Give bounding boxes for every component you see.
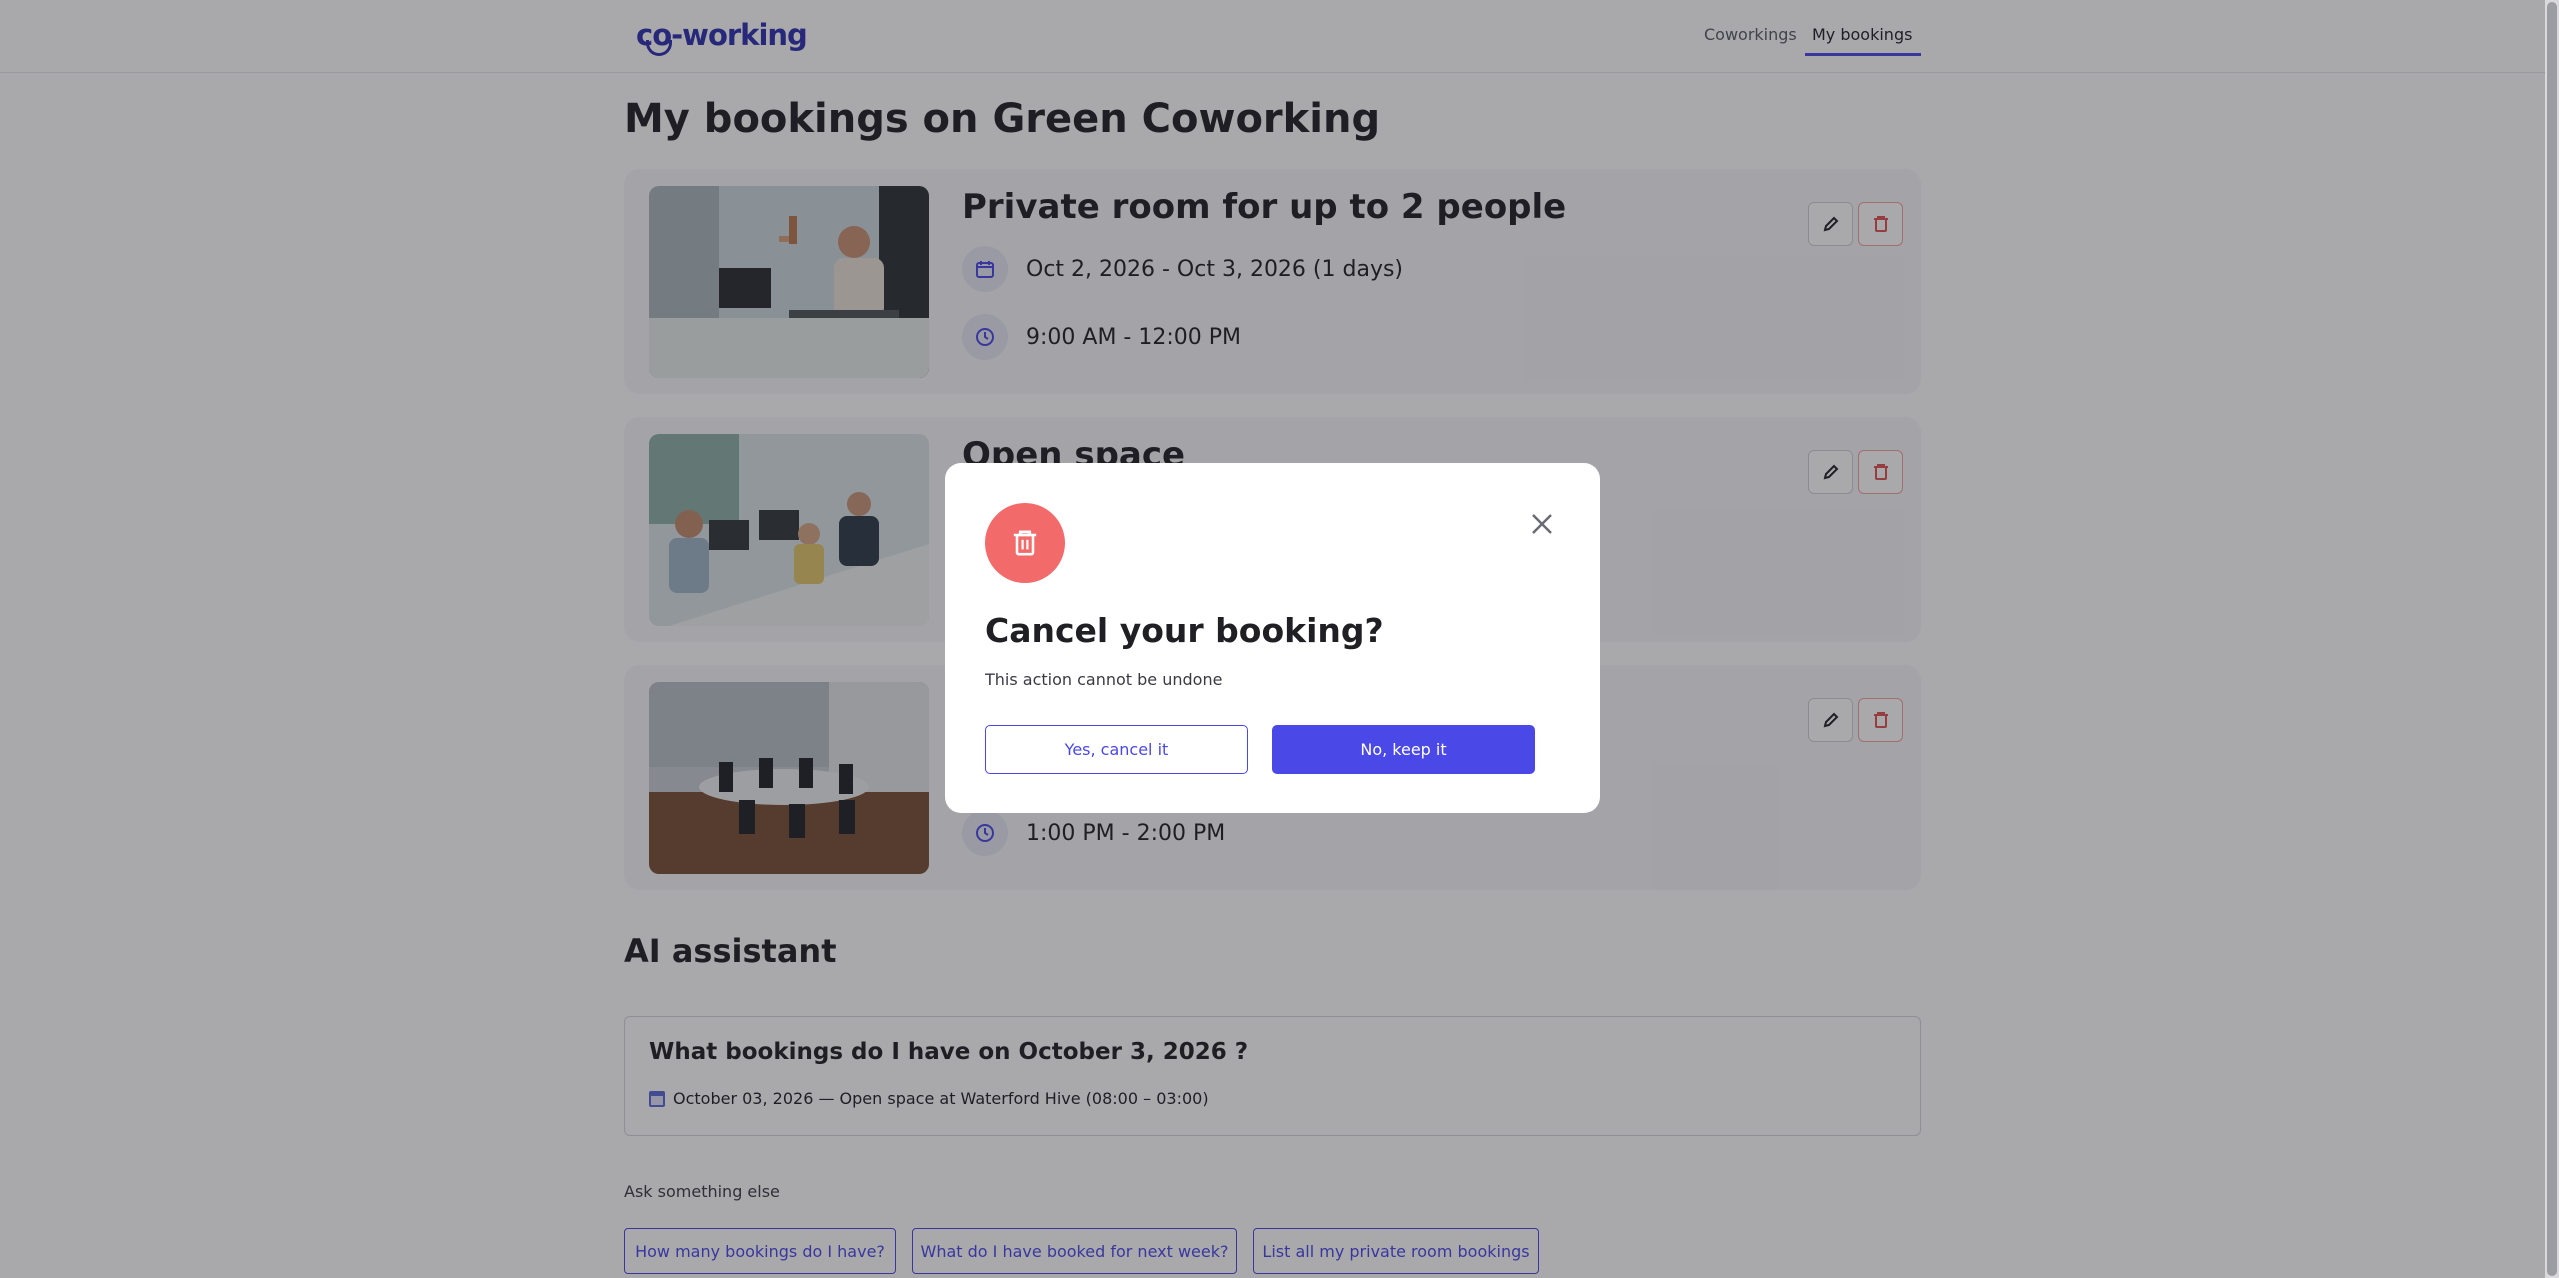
close-icon[interactable] [1527,509,1557,539]
scrollbar-thumb[interactable] [2547,2,2557,1276]
dialog-title: Cancel your booking? [985,611,1384,650]
trash-icon [985,503,1065,583]
keep-booking-button[interactable]: No, keep it [1272,725,1535,774]
cancel-booking-dialog: Cancel your booking? This action cannot … [945,463,1600,813]
dialog-subtitle: This action cannot be undone [985,670,1223,689]
confirm-cancel-button[interactable]: Yes, cancel it [985,725,1248,774]
